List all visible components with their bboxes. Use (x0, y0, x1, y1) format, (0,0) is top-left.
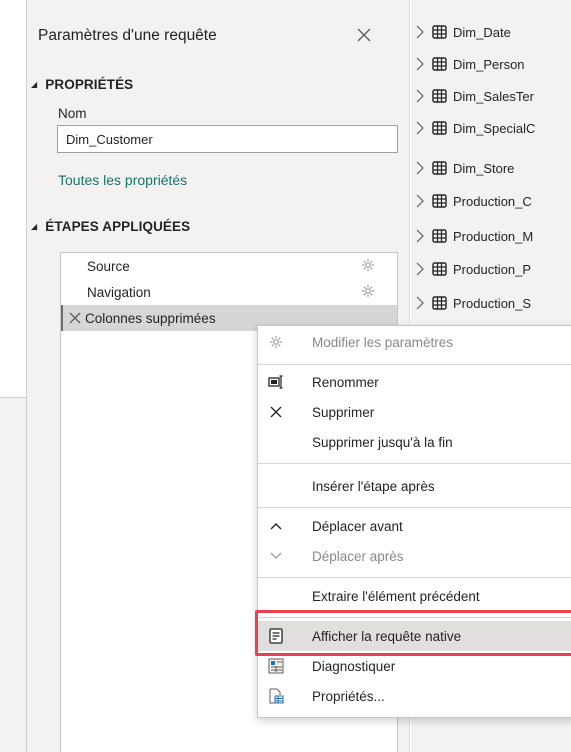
table-icon (432, 25, 447, 39)
nav-item-label: Production_P (453, 261, 532, 277)
menu-item-label: Extraire l'élément précédent (312, 588, 480, 604)
menu-item-extract-previous[interactable]: Extraire l'élément précédent (258, 581, 571, 611)
table-icon (432, 57, 447, 71)
nav-item-label: Dim_Store (453, 160, 515, 176)
step-settings-gear-icon[interactable] (361, 284, 375, 301)
menu-separator (258, 364, 571, 365)
menu-item-label: Déplacer avant (312, 518, 403, 534)
applied-steps-section-header[interactable]: ◢ ÉTAPES APPLIQUÉES (31, 219, 190, 234)
close-pane-button[interactable] (353, 24, 375, 46)
chevron-right-icon[interactable] (415, 296, 429, 310)
properties-icon (266, 681, 286, 711)
left-panel-strip (0, 0, 27, 752)
rename-icon (266, 367, 286, 397)
delete-step-icon[interactable] (69, 312, 81, 324)
name-label: Nom (58, 106, 87, 121)
menu-item-label: Propriétés... (312, 688, 385, 704)
table-icon (432, 161, 447, 175)
chevron-right-icon[interactable] (415, 161, 429, 175)
step-settings-gear-icon[interactable] (361, 258, 375, 275)
collapse-triangle-icon: ◢ (31, 80, 38, 89)
menu-separator (258, 577, 571, 578)
nav-item-label: Production_M (453, 228, 534, 244)
all-properties-link[interactable]: Toutes les propriétés (58, 172, 187, 188)
step-label: Source (87, 258, 130, 274)
chevron-right-icon[interactable] (415, 25, 429, 39)
chevron-up-icon (266, 511, 286, 541)
gear-icon (266, 327, 286, 357)
nav-item-dim-date[interactable]: Dim_Date (415, 17, 511, 47)
menu-item-label: Déplacer après (312, 548, 404, 564)
diagnostics-icon (266, 651, 286, 681)
step-label: Colonnes supprimées (85, 310, 216, 326)
menu-item-label: Supprimer (312, 404, 375, 420)
close-icon (266, 397, 286, 427)
nav-item-production-c[interactable]: Production_C (415, 186, 532, 216)
menu-item-label: Renommer (312, 374, 379, 390)
close-icon (357, 28, 371, 42)
step-context-menu: Modifier les paramètres Renommer Supprim… (257, 325, 571, 718)
step-navigation[interactable]: Navigation (61, 279, 397, 305)
chevron-right-icon[interactable] (415, 89, 429, 103)
menu-item-insert-step-after[interactable]: Insérer l'étape après (258, 471, 571, 501)
pane-title: Paramètres d'une requête (38, 27, 217, 44)
menu-item-label: Insérer l'étape après (312, 478, 435, 494)
chevron-down-icon (266, 541, 286, 571)
menu-item-label: Supprimer jusqu'à la fin (312, 434, 453, 450)
nav-item-dim-salesterritory[interactable]: Dim_SalesTer (415, 81, 534, 111)
nav-item-dim-specialoffer[interactable]: Dim_SpecialC (415, 113, 535, 143)
chevron-right-icon[interactable] (415, 57, 429, 71)
menu-item-diagnose[interactable]: Diagnostiquer (258, 651, 571, 681)
nav-item-label: Dim_SalesTer (453, 88, 534, 104)
nav-item-label: Dim_Date (453, 24, 511, 40)
nav-item-label: Dim_SpecialC (453, 120, 536, 136)
nav-item-production-s[interactable]: Production_S (415, 288, 531, 318)
nav-item-dim-person[interactable]: Dim_Person (415, 49, 525, 79)
menu-separator (258, 463, 571, 464)
left-panel-box (0, 0, 26, 398)
menu-item-view-native-query[interactable]: Afficher la requête native (258, 621, 571, 651)
table-icon (432, 262, 447, 276)
collapse-triangle-icon: ◢ (31, 222, 38, 231)
table-icon (432, 194, 447, 208)
table-icon (432, 296, 447, 310)
chevron-right-icon[interactable] (415, 194, 429, 208)
table-icon (432, 121, 447, 135)
menu-item-rename[interactable]: Renommer (258, 367, 571, 397)
query-name-input[interactable] (57, 125, 398, 153)
menu-item-properties[interactable]: Propriétés... (258, 681, 571, 711)
menu-separator (258, 507, 571, 508)
native-query-icon (266, 621, 286, 651)
nav-item-label: Dim_Person (453, 56, 525, 72)
menu-item-delete[interactable]: Supprimer (258, 397, 571, 427)
menu-separator (258, 617, 571, 618)
menu-item-move-before[interactable]: Déplacer avant (258, 511, 571, 541)
menu-item-edit-settings[interactable]: Modifier les paramètres (258, 327, 571, 357)
menu-item-label: Diagnostiquer (312, 658, 396, 674)
nav-item-production-m[interactable]: Production_M (415, 221, 533, 251)
step-source[interactable]: Source (61, 253, 397, 279)
nav-item-dim-store[interactable]: Dim_Store (415, 153, 514, 183)
chevron-right-icon[interactable] (415, 262, 429, 276)
properties-section-header[interactable]: ◢ PROPRIÉTÉS (31, 77, 133, 92)
nav-item-label: Production_S (453, 295, 532, 311)
menu-item-move-after[interactable]: Déplacer après (258, 541, 571, 571)
chevron-right-icon[interactable] (415, 121, 429, 135)
menu-item-label: Modifier les paramètres (312, 334, 454, 350)
menu-item-label: Afficher la requête native (312, 628, 462, 644)
chevron-right-icon[interactable] (415, 229, 429, 243)
nav-item-label: Production_C (453, 193, 532, 209)
properties-heading: PROPRIÉTÉS (45, 77, 134, 92)
menu-item-delete-until-end[interactable]: Supprimer jusqu'à la fin (258, 427, 571, 457)
nav-item-production-p[interactable]: Production_P (415, 254, 531, 284)
step-label: Navigation (87, 284, 151, 300)
applied-steps-heading: ÉTAPES APPLIQUÉES (45, 219, 191, 234)
table-icon (432, 89, 447, 103)
table-icon (432, 229, 447, 243)
